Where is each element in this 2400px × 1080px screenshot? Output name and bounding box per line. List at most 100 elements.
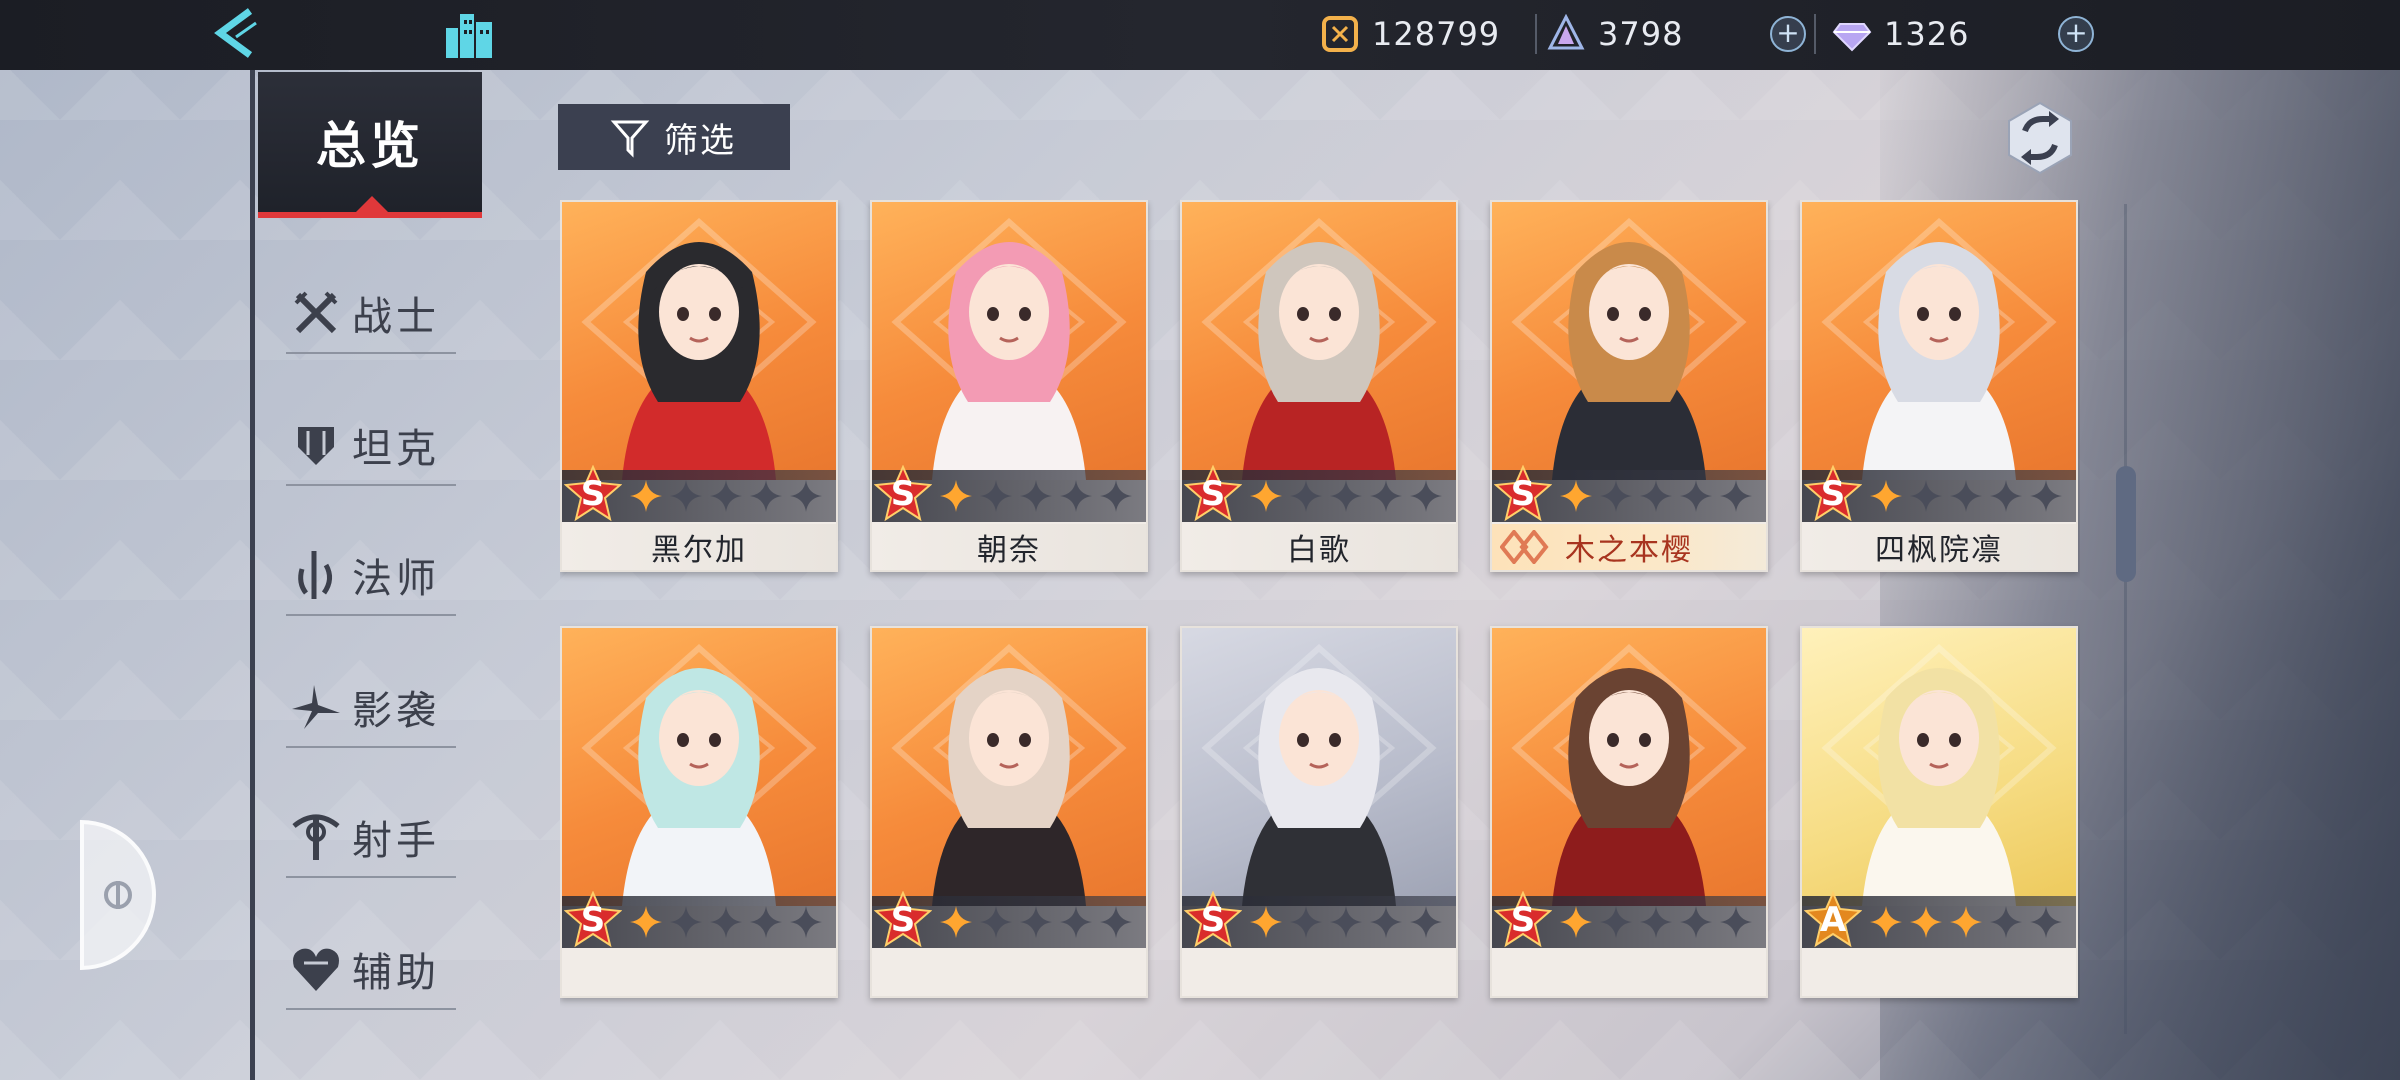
star-empty-icon (1326, 902, 1366, 942)
grade-letter: S (1510, 474, 1536, 514)
character-portrait (1492, 202, 1766, 480)
star-filled-icon (1246, 902, 1286, 942)
star-empty-icon (1016, 902, 1056, 942)
star-empty-icon (1596, 476, 1636, 516)
star-empty-icon (786, 476, 826, 516)
character-card[interactable]: S 四枫院凛 (1800, 200, 2078, 572)
active-indicator (354, 196, 390, 214)
filter-label: 筛选 (664, 120, 736, 161)
star-empty-icon (1986, 902, 2026, 942)
character-name: 朝奈 (872, 524, 1146, 570)
diamond-icon (1832, 14, 1872, 54)
bow-icon (286, 807, 346, 867)
crystal-value: 3798 (1598, 15, 1684, 53)
grade-badge: S (1494, 465, 1552, 523)
star-empty-icon (1016, 476, 1056, 516)
rarity-bar: S (1802, 465, 2076, 522)
star-empty-icon (666, 476, 706, 516)
category-label: 坦克 (352, 426, 440, 472)
sidebar-divider (250, 70, 255, 1080)
filter-button[interactable]: 筛选 (558, 104, 790, 170)
scrollbar-track[interactable] (2124, 204, 2127, 1034)
add-crystal-button[interactable]: + (1770, 16, 1806, 52)
heart-icon (286, 939, 346, 999)
star-empty-icon (2026, 902, 2066, 942)
gold-coin-icon (1320, 14, 1360, 54)
grade-letter: S (580, 474, 606, 514)
star-rating (1866, 902, 2066, 942)
tab-overview-label: 总览 (316, 117, 424, 175)
category-label: 影袭 (352, 688, 440, 734)
category-warrior[interactable]: 战士 (286, 274, 456, 354)
category-label: 战士 (352, 294, 440, 340)
character-name: 四枫院凛 (1802, 524, 2076, 570)
star-empty-icon (1906, 476, 1946, 516)
star-rating (1866, 476, 2066, 516)
grade-letter: S (580, 900, 606, 940)
character-name-text: 四枫院凛 (1875, 533, 2003, 568)
star-empty-icon (1056, 902, 1096, 942)
star-empty-icon (1286, 902, 1326, 942)
star-filled-icon (626, 476, 666, 516)
star-rating (936, 476, 1136, 516)
rarity-bar: A (1802, 891, 2076, 948)
grade-letter: A (1819, 900, 1847, 940)
character-card[interactable]: S 木之本樱 (1490, 200, 1768, 572)
back-button[interactable] (200, 2, 270, 64)
rarity-bar: S (1182, 891, 1456, 948)
character-card[interactable]: S (1180, 626, 1458, 998)
category-assassin[interactable]: 影袭 (286, 668, 456, 748)
gold-counter: 128799 (1320, 12, 1500, 56)
star-filled-icon (936, 902, 976, 942)
star-empty-icon (1636, 476, 1676, 516)
category-tank[interactable]: 坦克 (286, 406, 456, 486)
star-rating (936, 902, 1136, 942)
grade-letter: S (1200, 900, 1226, 940)
grade-badge: S (1494, 891, 1552, 949)
character-portrait (1182, 202, 1456, 480)
star-empty-icon (666, 902, 706, 942)
category-marksman[interactable]: 射手 (286, 798, 456, 878)
city-button[interactable] (440, 4, 500, 64)
star-empty-icon (746, 902, 786, 942)
grade-badge: S (1804, 465, 1862, 523)
star-filled-icon (1866, 476, 1906, 516)
tab-overview[interactable]: 总览 (258, 72, 482, 218)
star-empty-icon (2026, 476, 2066, 516)
character-card[interactable]: S 白歌 (1180, 200, 1458, 572)
category-label: 法师 (352, 556, 440, 602)
character-card[interactable]: S 黑尔加 (560, 200, 838, 572)
refresh-button[interactable] (2004, 100, 2076, 176)
star-rating (1246, 902, 1446, 942)
character-card[interactable]: S (870, 626, 1148, 998)
side-drawer-handle[interactable] (80, 820, 156, 970)
star-empty-icon (1716, 902, 1756, 942)
star-rating (626, 476, 826, 516)
grade-badge: S (1184, 891, 1242, 949)
star-empty-icon (1096, 476, 1136, 516)
grade-badge: A (1804, 891, 1862, 949)
star-empty-icon (1946, 476, 1986, 516)
character-card[interactable]: S (560, 626, 838, 998)
gem-counter: 1326 (1832, 12, 1969, 56)
shield-icon (286, 415, 346, 475)
star-empty-icon (706, 476, 746, 516)
add-gem-button[interactable]: + (2058, 16, 2094, 52)
star-empty-icon (1326, 476, 1366, 516)
scrollbar-thumb[interactable] (2116, 466, 2136, 582)
character-name-text: 木之本樱 (1565, 533, 1693, 568)
grade-letter: S (890, 474, 916, 514)
category-label: 射手 (352, 818, 440, 864)
rarity-bar: S (562, 465, 836, 522)
category-mage[interactable]: 法师 (286, 536, 456, 616)
city-icon (446, 14, 492, 58)
rarity-bar: S (872, 465, 1146, 522)
character-card[interactable]: S 朝奈 (870, 200, 1148, 572)
character-portrait (1182, 628, 1456, 906)
character-card[interactable]: S (1490, 626, 1768, 998)
category-support[interactable]: 辅助 (286, 930, 456, 1010)
character-name-text: 朝奈 (977, 533, 1041, 568)
character-name: 木之本樱 (1492, 524, 1766, 570)
star-empty-icon (1286, 476, 1326, 516)
character-card[interactable]: A (1800, 626, 2078, 998)
